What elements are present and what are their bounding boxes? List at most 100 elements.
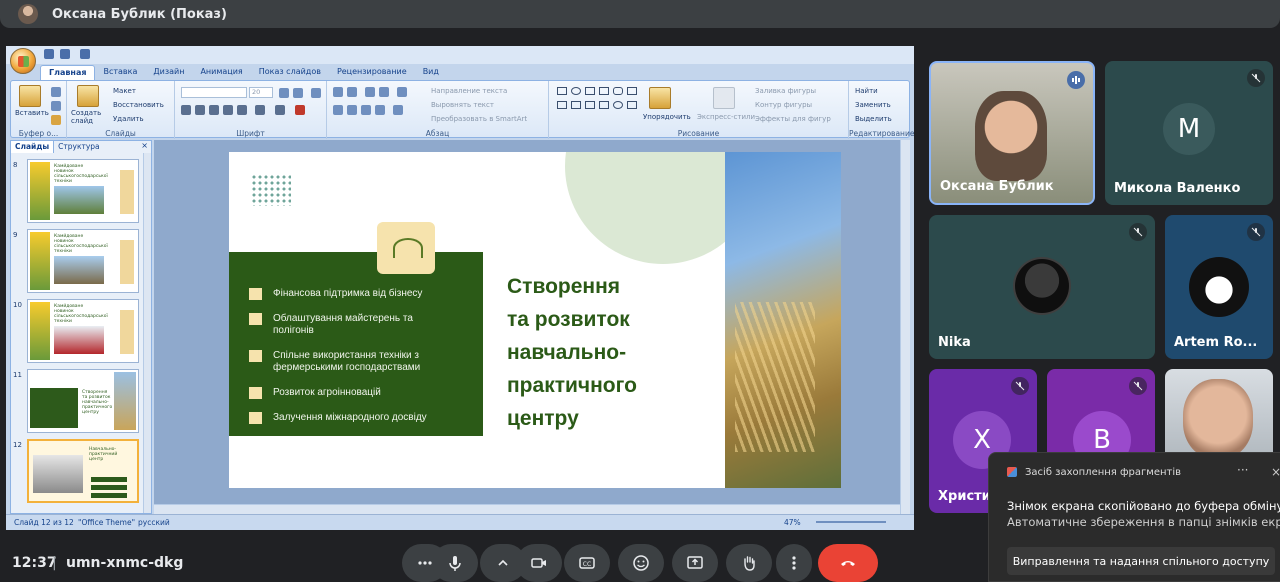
participant-tile-mykola[interactable]: M Микола Валенко [1105,61,1273,205]
current-slide[interactable]: Фінансова підтримка від бізнесу Облаштув… [229,152,841,488]
slide-horizontal-scrollbar[interactable] [154,504,900,514]
convert-smartart-button[interactable]: Преобразовать в SmartArt [431,115,527,123]
arrange-icon[interactable] [649,87,671,109]
layout-button[interactable]: Макет [113,87,136,95]
participant-tile-nika[interactable]: Nika [929,215,1155,359]
shape-block-arrow-icon[interactable] [585,101,595,109]
grow-font-icon[interactable] [279,88,289,98]
present-screen-button[interactable] [672,544,718,582]
font-color-icon[interactable] [295,105,305,115]
char-spacing-icon[interactable] [255,105,265,115]
slide-thumbnail-11[interactable]: 11 Створення та розвиток навчально-практ… [11,369,141,435]
reactions-button[interactable] [618,544,664,582]
more-options-button[interactable] [776,544,812,582]
tab-design[interactable]: Дизайн [145,65,192,80]
decrease-indent-icon[interactable] [365,87,375,97]
microphone-button[interactable] [432,544,478,582]
underline-icon[interactable] [209,105,219,115]
cut-icon[interactable] [51,87,61,97]
end-call-button[interactable] [818,544,878,582]
undo-icon[interactable] [60,49,70,59]
find-button[interactable]: Найти [855,87,878,95]
tab-insert[interactable]: Вставка [95,65,145,80]
shape-fill-button[interactable]: Заливка фигуры [755,87,816,95]
shape-rounded-icon[interactable] [613,87,623,95]
camera-button[interactable] [516,544,562,582]
tab-review[interactable]: Рецензирование [329,65,415,80]
slide-thumbnail-9[interactable]: 9 Камйдоване новинок сільськогосподарськ… [11,229,141,295]
office-button[interactable] [10,48,36,74]
font-name-combo[interactable] [181,87,247,98]
align-left-icon[interactable] [333,105,343,115]
thumb-title: Камйдоване новинок сільськогосподарської… [54,234,108,254]
paste-button[interactable]: Вставить [15,109,49,117]
format-painter-icon[interactable] [51,115,61,125]
text-direction-button[interactable]: Направление текста [431,87,507,95]
shadow-icon[interactable] [237,105,247,115]
participant-tile-oksana[interactable]: Оксана Бублик [929,61,1095,205]
copy-icon[interactable] [51,101,61,111]
justify-icon[interactable] [375,105,385,115]
shape-connector-icon[interactable] [557,101,567,109]
shape-circle-icon[interactable] [613,101,623,109]
zoom-slider[interactable] [816,521,886,523]
tab-outline[interactable]: Структура [54,141,104,153]
replace-button[interactable]: Заменить [855,101,891,109]
new-slide-button[interactable]: Создать слайд [71,109,111,125]
arrange-button[interactable]: Упорядочить [643,113,691,121]
shape-triangle-icon[interactable] [627,87,637,95]
notification-close-button[interactable]: × [1271,465,1280,479]
redo-icon[interactable] [80,49,90,59]
delete-slide-button[interactable]: Удалить [113,115,144,123]
paste-icon[interactable] [19,85,41,107]
clear-format-icon[interactable] [311,88,321,98]
tab-view[interactable]: Вид [415,65,447,80]
shape-pentagon-icon[interactable] [599,101,609,109]
line-spacing-icon[interactable] [397,87,407,97]
italic-icon[interactable] [195,105,205,115]
font-size-combo[interactable]: 20 [249,87,273,98]
reset-button[interactable]: Восстановить [113,101,164,109]
slide-thumbnail-8[interactable]: 8 Камйдоване новинок сільськогосподарськ… [11,159,141,225]
increase-indent-icon[interactable] [379,87,389,97]
save-icon[interactable] [44,49,54,59]
participant-tile-artem[interactable]: Artem Ro... [1165,215,1273,359]
shrink-font-icon[interactable] [293,88,303,98]
raise-hand-button[interactable] [726,544,772,582]
shape-bracket-icon[interactable] [571,101,581,109]
change-case-icon[interactable] [275,105,285,115]
quick-styles-button[interactable]: Экспресс-стили [697,113,755,121]
pane-close-icon[interactable]: × [141,141,148,150]
shape-effects-button[interactable]: Эффекты для фигур [755,115,831,123]
bold-icon[interactable] [181,105,191,115]
tab-slideshow[interactable]: Показ слайдов [251,65,329,80]
slide-thumbnail-10[interactable]: 10 Камйдоване новинок сільськогосподарсь… [11,299,141,365]
shape-line-icon[interactable] [585,87,595,95]
shape-oval-icon[interactable] [571,87,581,95]
strikethrough-icon[interactable] [223,105,233,115]
zoom-level[interactable]: 47% [784,518,801,527]
align-text-button[interactable]: Выровнять текст [431,101,494,109]
new-slide-icon[interactable] [77,85,99,107]
numbering-icon[interactable] [347,87,357,97]
notification-more-button[interactable]: ··· [1237,463,1248,477]
align-center-icon[interactable] [347,105,357,115]
tab-slides[interactable]: Слайды [11,141,55,153]
shape-rectangle-icon[interactable] [557,87,567,95]
bullets-icon[interactable] [333,87,343,97]
shape-star-icon[interactable] [627,101,637,109]
slide-thumbnail-12[interactable]: 12 Навчально-практичний центр [11,439,141,505]
slide-vertical-scrollbar[interactable] [900,140,910,514]
captions-button[interactable]: CC [564,544,610,582]
edit-and-share-button[interactable]: Виправлення та надання спільного доступу [1007,547,1275,575]
columns-icon[interactable] [393,105,403,115]
shape-outline-button[interactable]: Контур фигуры [755,101,812,109]
pane-scrollbar[interactable] [143,153,151,513]
select-button[interactable]: Выделить [855,115,892,123]
shape-arrow-icon[interactable] [599,87,609,95]
snipping-notification[interactable]: Засіб захоплення фрагментів ··· × Знімок… [988,452,1280,582]
quick-styles-icon[interactable] [713,87,735,109]
align-right-icon[interactable] [361,105,371,115]
tab-home[interactable]: Главная [40,65,96,80]
tab-animation[interactable]: Анимация [192,65,250,80]
